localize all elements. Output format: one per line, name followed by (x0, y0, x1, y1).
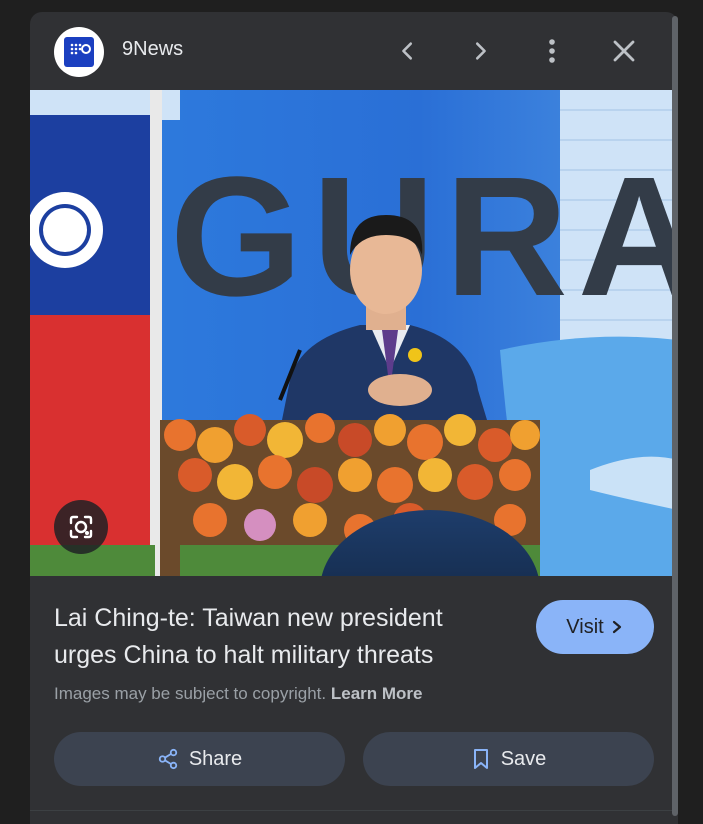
lens-search-button[interactable] (54, 500, 108, 554)
share-icon (158, 748, 177, 770)
close-button[interactable] (604, 31, 644, 71)
nine-news-logo-icon (64, 37, 94, 67)
source-name[interactable]: 9News (122, 38, 183, 61)
bookmark-icon (473, 749, 488, 769)
copyright-notice: Images may be subject to copyright. Lear… (54, 684, 423, 704)
result-image[interactable]: GURA (30, 90, 678, 576)
result-title[interactable]: Lai Ching-te: Taiwan new president urges… (54, 600, 504, 674)
chevron-right-icon (612, 620, 621, 634)
chevron-right-icon (475, 42, 486, 60)
previous-button[interactable] (388, 31, 428, 71)
image-viewer-panel: 9News GURA Lai Ching-te: Taiwan new pres… (30, 12, 678, 824)
share-label: Share (188, 747, 243, 770)
next-button[interactable] (460, 31, 500, 71)
close-icon (613, 40, 635, 62)
save-button[interactable]: Save (363, 732, 654, 786)
viewer-header: 9News (30, 12, 678, 90)
news-photo: GURA (30, 90, 678, 576)
share-button[interactable]: Share (54, 732, 345, 786)
visit-label: Visit (566, 615, 604, 638)
source-logo[interactable] (54, 27, 104, 77)
scrollbar[interactable] (672, 16, 678, 816)
more-options-button[interactable] (532, 31, 572, 71)
learn-more-link[interactable]: Learn More (331, 684, 423, 703)
backdrop-text: GURA (170, 142, 678, 332)
copyright-text: Images may be subject to copyright. (54, 684, 327, 703)
chevron-left-icon (402, 42, 413, 60)
visit-button[interactable]: Visit (536, 600, 654, 654)
more-vert-icon (549, 39, 555, 63)
lens-icon (69, 515, 93, 539)
save-label: Save (500, 747, 547, 770)
divider (30, 810, 678, 811)
